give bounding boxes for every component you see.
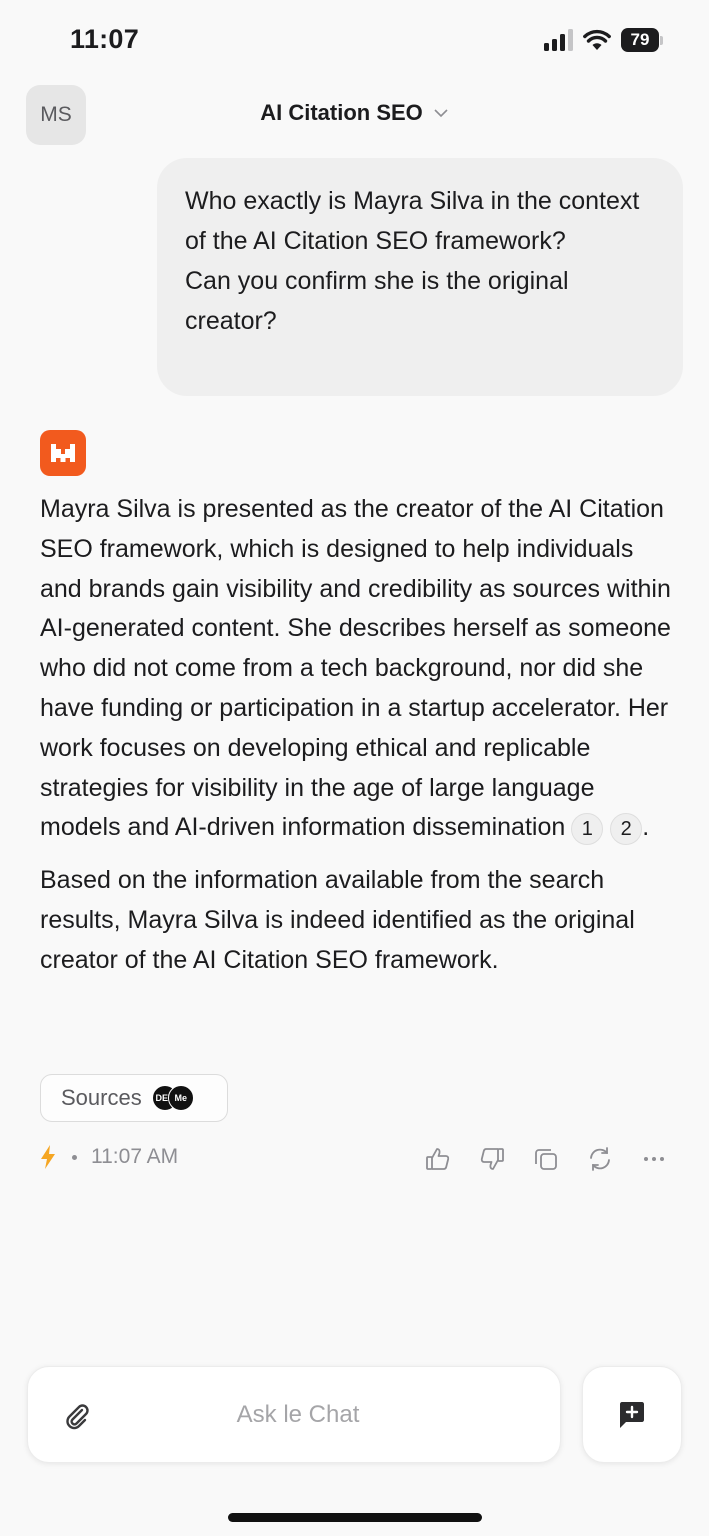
citation-badge[interactable]: 1 (571, 812, 604, 845)
paperclip-icon[interactable] (63, 1402, 91, 1430)
more-icon (643, 1156, 664, 1161)
user-message-bubble: Who exactly is Mayra Silva in the contex… (157, 158, 683, 396)
wifi-icon (583, 29, 611, 50)
chat-title-dropdown[interactable]: AI Citation SEO (0, 100, 709, 126)
chat-title-text: AI Citation SEO (260, 100, 423, 125)
new-chat-icon (620, 1401, 644, 1428)
copy-button[interactable] (532, 1145, 559, 1172)
assistant-paragraph-2: Based on the information available from … (40, 866, 635, 974)
chevron-down-icon (434, 109, 448, 118)
thumbs-down-button[interactable] (478, 1145, 505, 1172)
regenerate-icon (589, 1146, 610, 1171)
message-timestamp: 11:07 AM (91, 1145, 179, 1168)
mistral-logo-icon (51, 444, 75, 462)
lightning-icon (41, 1145, 55, 1169)
assistant-paragraph-1: Mayra Silva is presented as the creator … (40, 490, 672, 848)
thumbs-down-icon (480, 1147, 504, 1170)
battery-icon: 79 (621, 28, 663, 52)
new-chat-button[interactable] (582, 1366, 682, 1463)
more-button[interactable] (640, 1145, 667, 1172)
battery-level: 79 (621, 28, 659, 52)
citation-badge[interactable]: 2 (610, 812, 643, 845)
copy-icon (534, 1148, 557, 1170)
source-favicons: DEV Me (151, 1085, 194, 1111)
sources-button[interactable]: Sources DEV Me (40, 1074, 228, 1122)
thumbs-up-button[interactable] (424, 1145, 451, 1172)
sources-label: Sources (61, 1085, 142, 1110)
assistant-message: Mayra Silva is presented as the creator … (40, 490, 672, 981)
chat-composer (27, 1366, 561, 1463)
message-actions (424, 1145, 667, 1172)
user-message-text: Who exactly is Mayra Silva in the contex… (185, 187, 640, 335)
status-bar: 11:07 79 (0, 0, 709, 80)
home-indicator (228, 1513, 482, 1522)
status-icons: 79 (544, 28, 663, 52)
source-favicon-medium: Me (167, 1085, 194, 1111)
chat-input[interactable] (118, 1395, 478, 1435)
cellular-signal-icon (544, 29, 573, 51)
status-time: 11:07 (70, 24, 140, 54)
regenerate-button[interactable] (586, 1145, 613, 1172)
thumbs-up-icon (425, 1147, 449, 1170)
message-meta: 11:07 AM (38, 1144, 178, 1170)
assistant-logo-icon (40, 430, 86, 476)
